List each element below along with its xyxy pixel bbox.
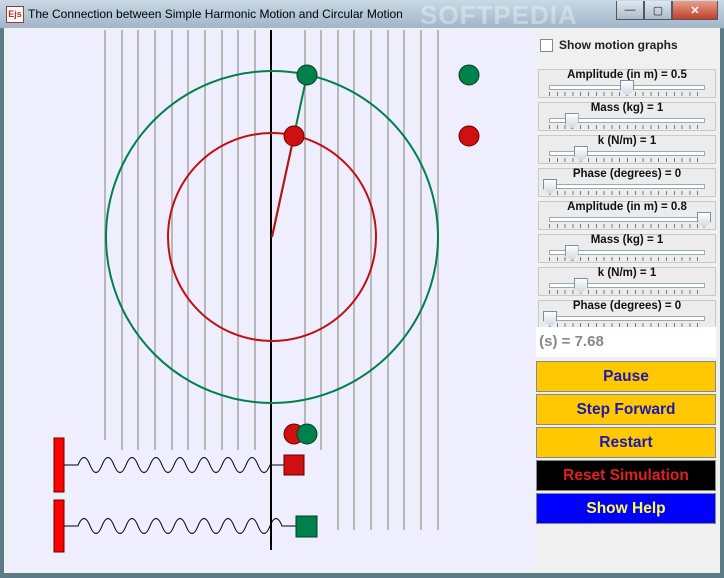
mass-slider-2[interactable]: Mass (kg) = 1 xyxy=(538,234,716,263)
amplitude-slider-2[interactable]: Amplitude (in m) = 0.8 xyxy=(538,201,716,230)
control-panel: Show motion graphs Amplitude (in m) = 0.… xyxy=(536,30,718,570)
window-controls: — ▢ ✕ xyxy=(616,1,718,20)
mass-slider-1[interactable]: Mass (kg) = 1 xyxy=(538,102,716,131)
slider-track xyxy=(549,316,705,321)
k-slider-1[interactable]: k (N/m) = 1 xyxy=(538,135,716,164)
green-spring xyxy=(64,518,296,534)
green-mass-block xyxy=(295,515,318,538)
green-rotating-ball xyxy=(296,64,318,86)
slider-ticks xyxy=(549,290,705,294)
phase-label-1: Phase (degrees) = 0 xyxy=(572,168,682,180)
step-forward-button[interactable]: Step Forward xyxy=(536,394,716,425)
amplitude-label-1: Amplitude (in m) = 0.5 xyxy=(567,69,687,81)
softpedia-watermark: SOFTPEDIA xyxy=(420,0,578,30)
simulation-drawing xyxy=(53,30,480,553)
slider-track xyxy=(549,217,705,222)
red-radius-line xyxy=(271,135,295,238)
show-motion-graphs-label: Show motion graphs xyxy=(559,38,678,52)
amplitude-slider-1[interactable]: Amplitude (in m) = 0.5 xyxy=(538,69,716,98)
window-title: The Connection between Simple Harmonic M… xyxy=(28,7,403,21)
green-vertical-marker-ball xyxy=(458,64,480,86)
ejs-app-icon: Ejs xyxy=(6,6,24,23)
restart-button[interactable]: Restart xyxy=(536,427,716,458)
red-rotating-ball xyxy=(283,125,305,147)
amplitude-label-2: Amplitude (in m) = 0.8 xyxy=(567,201,687,213)
title-bar: Ejs The Connection between Simple Harmon… xyxy=(0,0,724,30)
red-spring xyxy=(64,457,284,473)
green-horizontal-projection-ball xyxy=(296,423,318,445)
k-label-1: k (N/m) = 1 xyxy=(597,135,657,147)
phase-label-2: Phase (degrees) = 0 xyxy=(572,300,682,312)
time-readout-field: t (s) = 7.68 xyxy=(536,327,716,357)
simulation-canvas[interactable] xyxy=(8,30,536,570)
minimize-button[interactable]: — xyxy=(616,1,644,20)
close-button[interactable]: ✕ xyxy=(672,1,718,20)
phase-slider-2[interactable]: Phase (degrees) = 0 xyxy=(538,300,716,329)
red-spring-wall xyxy=(53,437,65,493)
show-motion-graphs-checkbox[interactable] xyxy=(540,38,553,52)
k-slider-2[interactable]: k (N/m) = 1 xyxy=(538,267,716,296)
reset-simulation-button[interactable]: Reset Simulation xyxy=(536,460,716,491)
mass-label-1: Mass (kg) = 1 xyxy=(590,102,664,114)
slider-ticks xyxy=(549,191,705,195)
slider-track xyxy=(549,151,705,156)
slider-track xyxy=(549,184,705,189)
pause-button[interactable]: Pause xyxy=(536,361,716,392)
red-vertical-marker-ball xyxy=(458,125,480,147)
green-spring-wall xyxy=(53,499,65,553)
show-motion-graphs-row[interactable]: Show motion graphs xyxy=(540,38,678,52)
maximize-button[interactable]: ▢ xyxy=(644,1,672,20)
slider-track xyxy=(549,283,705,288)
red-mass-block xyxy=(283,454,305,476)
mass-label-2: Mass (kg) = 1 xyxy=(590,234,664,246)
show-help-button[interactable]: Show Help xyxy=(536,493,716,524)
slider-ticks xyxy=(549,158,705,162)
slider-ticks xyxy=(549,224,705,228)
time-readout: t (s) = 7.68 xyxy=(536,333,604,350)
k-label-2: k (N/m) = 1 xyxy=(597,267,657,279)
phase-slider-1[interactable]: Phase (degrees) = 0 xyxy=(538,168,716,197)
